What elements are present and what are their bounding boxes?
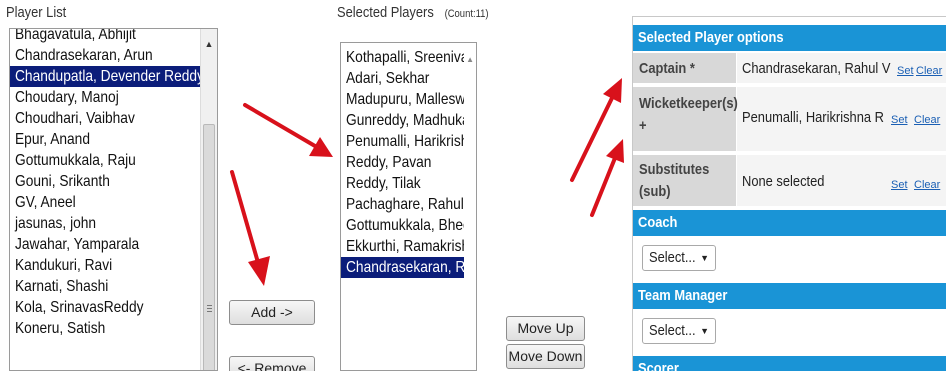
- chevron-down-icon: ▼: [700, 326, 709, 336]
- substitutes-set-link[interactable]: Set: [891, 179, 908, 191]
- team-manager-select[interactable]: Select... ▼: [642, 318, 716, 344]
- add-button[interactable]: Add ->: [229, 300, 315, 325]
- scorer-header: Scorer: [633, 356, 946, 371]
- list-item[interactable]: Madupuru, Malleswara: [341, 89, 464, 110]
- coach-header: Coach: [633, 210, 946, 236]
- coach-select[interactable]: Select... ▼: [642, 245, 716, 271]
- list-item[interactable]: Chandrasekaran, Arun: [10, 45, 200, 66]
- selected-count: (Count:11): [444, 8, 489, 20]
- captain-set-link[interactable]: Set: [897, 65, 914, 77]
- wicketkeeper-clear-link[interactable]: Clear: [914, 114, 940, 126]
- wicketkeeper-row: Wicketkeeper(s) + Penumalli, Harikrishna…: [633, 87, 946, 153]
- player-options-panel: Selected Player options Captain * Chandr…: [632, 16, 946, 371]
- arrow-to-add-button-icon: [230, 170, 270, 286]
- list-item[interactable]: Bhagavatula, Abhijit: [10, 29, 200, 45]
- scroll-up-arrow-icon[interactable]: ▲: [466, 55, 474, 64]
- substitutes-clear-link[interactable]: Clear: [914, 179, 940, 191]
- list-item[interactable]: Kothapalli, Sreenivas: [341, 47, 464, 68]
- list-item[interactable]: jasunas, john: [10, 213, 200, 234]
- scroll-up-arrow-icon[interactable]: ▲: [201, 37, 217, 51]
- move-up-button[interactable]: Move Up: [506, 316, 585, 341]
- list-item[interactable]: Reddy, Pavan: [341, 152, 464, 173]
- list-item[interactable]: Pachaghare, Rahul V: [341, 194, 464, 215]
- list-item[interactable]: Kola, SrinavasReddy: [10, 297, 200, 318]
- selected-players-box[interactable]: Kothapalli, Sreenivas Adari, Sekhar Madu…: [340, 42, 477, 371]
- arrow-to-selected-list-icon: [243, 103, 333, 157]
- list-item-selected[interactable]: Chandrasekaran, Rahu: [341, 257, 464, 278]
- list-item[interactable]: Epur, Anand: [10, 129, 200, 150]
- captain-row: Captain * Chandrasekaran, Rahul V Set Cl…: [633, 53, 946, 85]
- list-item[interactable]: Choudary, Manoj: [10, 87, 200, 108]
- list-item[interactable]: Gottumukkala, Raju: [10, 150, 200, 171]
- list-item[interactable]: Ekkurthi, Ramakrishna: [341, 236, 464, 257]
- arrow-to-captain-icon: [570, 78, 622, 182]
- wicketkeeper-value: Penumalli, Harikrishna R: [742, 109, 884, 126]
- list-item[interactable]: Gunreddy, Madhukar: [341, 110, 464, 131]
- arrow-to-wicketkeeper-icon: [590, 139, 624, 217]
- list-item[interactable]: Gottumukkala, Bheema: [341, 215, 464, 236]
- captain-label: Captain *: [633, 53, 737, 83]
- list-item[interactable]: Reddy, Tilak: [341, 173, 464, 194]
- list-item[interactable]: Gouni, Srikanth: [10, 171, 200, 192]
- substitutes-row: Substitutes (sub) None selected Set Clea…: [633, 155, 946, 208]
- captain-value: Chandrasekaran, Rahul V: [742, 60, 891, 77]
- substitutes-value: None selected: [742, 173, 825, 190]
- list-item[interactable]: Penumalli, Harikrishna: [341, 131, 464, 152]
- player-list-title: Player List: [6, 4, 67, 21]
- chevron-down-icon: ▼: [700, 253, 709, 263]
- options-header: Selected Player options: [633, 25, 946, 51]
- list-item[interactable]: Koneru, Satish: [10, 318, 200, 339]
- remove-button[interactable]: <- Remove: [229, 356, 315, 371]
- selected-players-title: Selected Players (Count:11): [337, 4, 489, 21]
- captain-clear-link[interactable]: Clear: [916, 65, 942, 77]
- list-item[interactable]: Kandukuri, Ravi: [10, 255, 200, 276]
- scroll-thumb[interactable]: [203, 124, 215, 370]
- player-list-box[interactable]: Bhagavatula, Abhijit Chandrasekaran, Aru…: [9, 28, 218, 371]
- list-item[interactable]: Karnati, Shashi: [10, 276, 200, 297]
- list-item[interactable]: GV, Aneel: [10, 192, 200, 213]
- wicketkeeper-label: Wicketkeeper(s) +: [633, 87, 738, 151]
- list-item[interactable]: Choudhari, Vaibhav: [10, 108, 200, 129]
- move-down-button[interactable]: Move Down: [506, 344, 585, 369]
- substitutes-label: Substitutes (sub): [633, 155, 737, 206]
- list-item[interactable]: Adari, Sekhar: [341, 68, 464, 89]
- list-item-selected[interactable]: Chandupatla, Devender Reddy: [10, 66, 200, 87]
- player-list-scrollbar[interactable]: ▲: [200, 29, 217, 370]
- list-item[interactable]: Jawahar, Yamparala: [10, 234, 200, 255]
- team-manager-header: Team Manager: [633, 283, 946, 309]
- wicketkeeper-set-link[interactable]: Set: [891, 114, 908, 126]
